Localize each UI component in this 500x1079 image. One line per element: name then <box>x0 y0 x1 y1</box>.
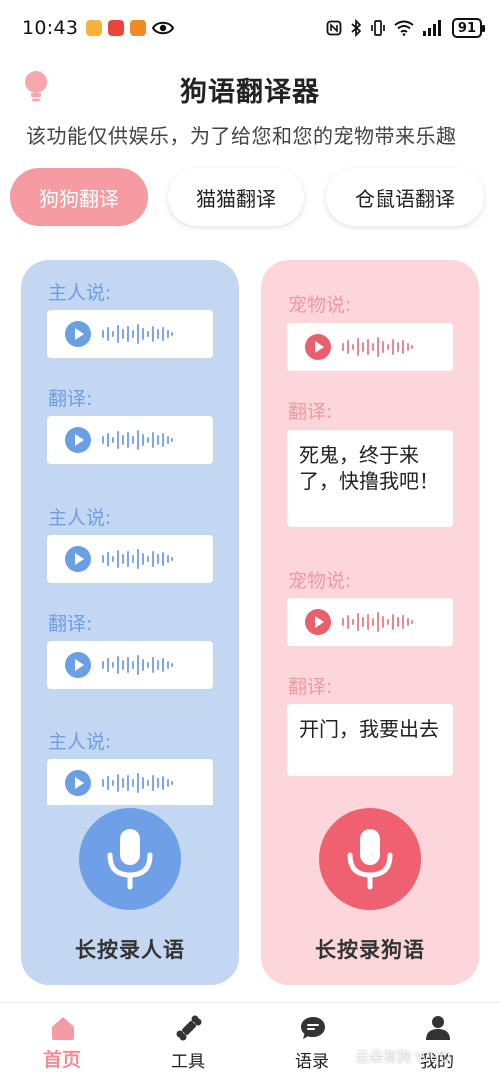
bottom-nav: 首页 工具 语录 我的 <box>0 1002 500 1079</box>
nav-profile[interactable]: 我的 <box>387 1003 487 1079</box>
waveform-icon <box>102 549 173 569</box>
waveform-icon <box>342 612 413 632</box>
bluetooth-icon <box>351 19 362 37</box>
signal-icon <box>422 20 441 36</box>
human-message-list[interactable]: 主人说: 翻译: 主人说: 翻译: 主人说: <box>21 260 239 805</box>
play-icon[interactable] <box>305 609 331 635</box>
play-icon[interactable] <box>65 770 91 796</box>
waveform-icon <box>102 655 173 675</box>
waveform-icon <box>102 430 173 450</box>
eye-icon <box>152 21 175 35</box>
nav-home[interactable]: 首页 <box>12 1003 112 1079</box>
microphone-icon <box>347 829 393 890</box>
chat-icon <box>301 1017 325 1039</box>
human-says-label: 主人说: <box>48 282 112 304</box>
play-icon[interactable] <box>305 334 331 360</box>
waveform-icon <box>342 337 413 357</box>
page-subtitle: 该功能仅供娱乐，为了给您和您的宠物带来乐趣 <box>26 124 457 148</box>
header: 狗语翻译器 <box>0 60 500 116</box>
tab-dog[interactable]: 狗狗翻译 <box>10 168 148 226</box>
tab-hamster[interactable]: 仓鼠语翻译 <box>326 168 484 226</box>
battery-indicator: 91 <box>451 18 486 38</box>
waveform-icon <box>102 773 173 793</box>
wifi-icon <box>394 20 414 36</box>
translation-label: 翻译: <box>48 388 93 410</box>
record-pet-button[interactable] <box>319 808 421 910</box>
translator-tabs: 狗狗翻译 猫猫翻译 仓鼠语翻译 <box>10 168 490 230</box>
vibrate-icon <box>371 20 385 36</box>
home-icon <box>52 1017 74 1040</box>
waveform-icon <box>102 324 173 344</box>
human-panel: 主人说: 翻译: 主人说: 翻译: 主人说: 长按录人语 <box>21 260 239 985</box>
play-icon[interactable] <box>65 546 91 572</box>
nav-tools[interactable]: 工具 <box>138 1003 238 1079</box>
translation-text: 死鬼，终于来了，快撸我吧！ <box>287 430 453 527</box>
bone-icon <box>176 1015 202 1041</box>
voice-message[interactable] <box>47 535 213 583</box>
nav-home-label: 首页 <box>42 1049 81 1071</box>
app-notification-icon <box>130 20 147 36</box>
pet-panel: 宠物说: 翻译: 死鬼，终于来了，快撸我吧！ 宠物说: 翻译: 开门，我要出去 … <box>261 260 479 985</box>
translation-label: 翻译: <box>288 676 333 698</box>
translation-label: 翻译: <box>288 401 333 423</box>
pet-message-list[interactable]: 宠物说: 翻译: 死鬼，终于来了，快撸我吧！ 宠物说: 翻译: 开门，我要出去 <box>261 260 479 805</box>
nav-quotes[interactable]: 语录 <box>262 1003 362 1079</box>
taobao-notification-icon <box>108 20 125 36</box>
voice-message[interactable] <box>47 310 213 358</box>
human-says-label: 主人说: <box>48 507 112 529</box>
nav-quotes-label: 语录 <box>295 1052 329 1072</box>
voice-message[interactable] <box>287 323 453 371</box>
voice-message[interactable] <box>47 759 213 805</box>
status-time: 10:43 <box>22 17 79 39</box>
voice-message[interactable] <box>47 416 213 464</box>
play-icon[interactable] <box>65 321 91 347</box>
human-says-label: 主人说: <box>48 731 112 753</box>
microphone-icon <box>107 829 153 890</box>
voice-message[interactable] <box>287 598 453 646</box>
play-icon[interactable] <box>65 427 91 453</box>
play-icon[interactable] <box>65 652 91 678</box>
translation-text: 开门，我要出去 <box>287 704 453 776</box>
app-notification-icon <box>86 20 103 36</box>
translation-label: 翻译: <box>48 613 93 635</box>
pet-says-label: 宠物说: <box>288 294 352 316</box>
voice-message[interactable] <box>47 641 213 689</box>
record-pet-caption: 长按录狗语 <box>315 938 425 962</box>
record-human-caption: 长按录人语 <box>75 938 185 962</box>
watermark: 云朵有狗 WUO <box>355 1050 451 1066</box>
nfc-icon <box>326 20 342 36</box>
page-title: 狗语翻译器 <box>180 77 320 108</box>
user-icon <box>426 1016 450 1040</box>
record-human-button[interactable] <box>79 808 181 910</box>
nav-tools-label: 工具 <box>171 1052 205 1072</box>
status-bar: 10:43 91 <box>0 0 500 56</box>
tab-cat[interactable]: 猫猫翻译 <box>168 168 304 226</box>
pet-says-label: 宠物说: <box>288 570 352 592</box>
